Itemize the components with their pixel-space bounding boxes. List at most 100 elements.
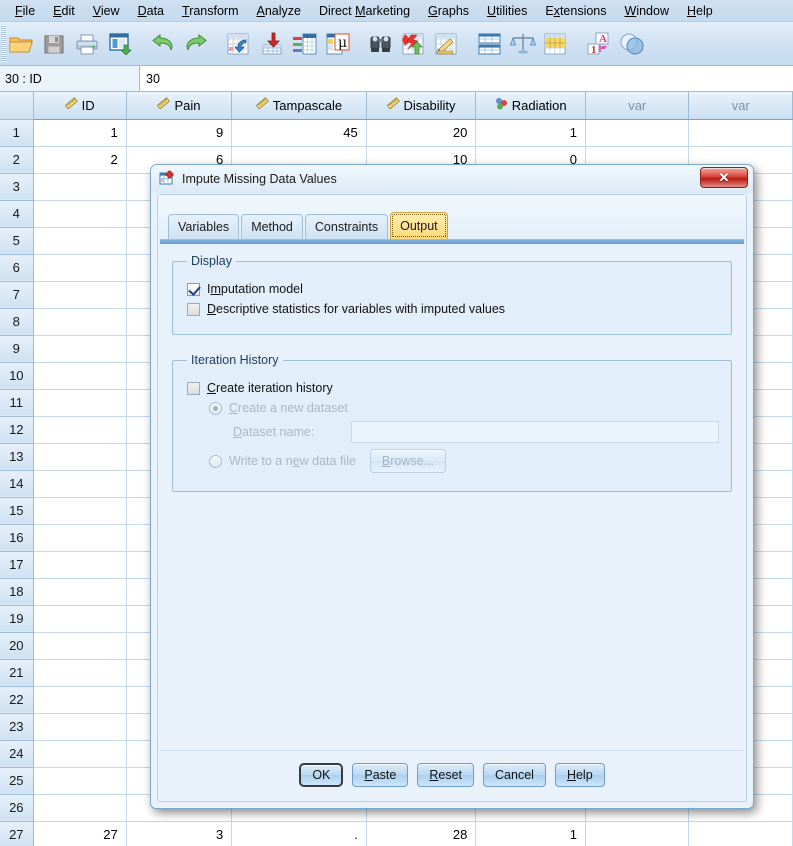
table-cell[interactable] xyxy=(33,335,127,363)
recall-dialogs-icon[interactable] xyxy=(103,25,136,63)
close-icon[interactable]: ✕ xyxy=(700,167,748,188)
table-cell[interactable] xyxy=(33,632,127,660)
goto-variable-icon[interactable] xyxy=(255,25,288,63)
table-cell[interactable] xyxy=(33,227,127,255)
weight-cases-icon[interactable] xyxy=(506,25,539,63)
insert-case-icon[interactable] xyxy=(397,25,430,63)
table-cell[interactable] xyxy=(33,254,127,282)
open-file-icon[interactable] xyxy=(4,25,37,63)
table-cell[interactable] xyxy=(33,308,127,336)
paste-button[interactable]: Paste xyxy=(352,763,409,787)
row-header[interactable]: 5 xyxy=(0,227,34,255)
table-cell[interactable] xyxy=(33,470,127,498)
table-cell[interactable]: 1 xyxy=(475,821,587,846)
table-cell[interactable]: 20 xyxy=(366,119,477,147)
column-header-var[interactable]: var xyxy=(585,92,690,120)
menu-item-view[interactable]: View xyxy=(84,2,129,20)
row-header[interactable]: 13 xyxy=(0,443,34,471)
row-header[interactable]: 22 xyxy=(0,686,34,714)
table-cell[interactable]: 1 xyxy=(33,119,127,147)
undo-icon[interactable] xyxy=(146,25,179,63)
print-icon[interactable] xyxy=(70,25,103,63)
table-cell[interactable] xyxy=(33,551,127,579)
row-header[interactable]: 10 xyxy=(0,362,34,390)
row-header[interactable]: 27 xyxy=(0,821,34,846)
variables-icon[interactable] xyxy=(288,25,321,63)
table-cell[interactable] xyxy=(585,119,690,147)
dialog-title-bar[interactable]: Impute Missing Data Values ✕ xyxy=(151,165,753,193)
menu-item-graphs[interactable]: Graphs xyxy=(419,2,478,20)
table-cell[interactable] xyxy=(585,821,690,846)
descriptives-icon[interactable]: μ xyxy=(321,25,354,63)
row-header[interactable]: 23 xyxy=(0,713,34,741)
row-header[interactable]: 15 xyxy=(0,497,34,525)
table-cell[interactable] xyxy=(33,767,127,795)
menu-item-help[interactable]: Help xyxy=(678,2,722,20)
column-header-pain[interactable]: Pain xyxy=(126,92,233,120)
table-cell[interactable] xyxy=(33,605,127,633)
row-header[interactable]: 17 xyxy=(0,551,34,579)
table-cell[interactable] xyxy=(33,497,127,525)
checkbox-create-iteration-history-label[interactable]: Create iteration history xyxy=(207,381,333,395)
row-header[interactable]: 2 xyxy=(0,146,34,174)
row-header[interactable]: 7 xyxy=(0,281,34,309)
row-header[interactable]: 6 xyxy=(0,254,34,282)
menu-item-transform[interactable]: Transform xyxy=(173,2,248,20)
help-button[interactable]: Help xyxy=(554,763,605,787)
column-header-tampascale[interactable]: Tampascale xyxy=(231,92,367,120)
column-header-radiation[interactable]: Radiation xyxy=(475,92,587,120)
cell-value-input[interactable]: 30 xyxy=(140,66,793,91)
table-cell[interactable]: 3 xyxy=(126,821,233,846)
table-cell[interactable]: 1 xyxy=(475,119,587,147)
table-cell[interactable] xyxy=(33,416,127,444)
checkbox-create-iteration-history[interactable] xyxy=(187,381,200,395)
split-file-icon[interactable] xyxy=(473,25,506,63)
menu-item-analyze[interactable]: Analyze xyxy=(248,2,310,20)
table-cell[interactable] xyxy=(33,389,127,417)
menu-item-data[interactable]: Data xyxy=(129,2,173,20)
table-cell[interactable] xyxy=(688,119,793,147)
checkbox-descriptive-statistics-label[interactable]: Descriptive statistics for variables wit… xyxy=(207,302,505,316)
table-cell[interactable] xyxy=(33,794,127,822)
row-header[interactable]: 25 xyxy=(0,767,34,795)
find-icon[interactable] xyxy=(364,25,397,63)
reset-button[interactable]: Reset xyxy=(417,763,475,787)
table-cell[interactable] xyxy=(33,524,127,552)
row-header[interactable]: 19 xyxy=(0,605,34,633)
table-row[interactable]: 27 27 3. 28 1 xyxy=(0,821,793,846)
select-cases-icon[interactable] xyxy=(539,25,572,63)
menu-item-extensions[interactable]: Extensions xyxy=(536,2,615,20)
value-labels-icon[interactable]: A 1 xyxy=(582,25,615,63)
row-header[interactable]: 14 xyxy=(0,470,34,498)
table-cell[interactable]: 27 xyxy=(33,821,127,846)
checkbox-create-iteration-history-row[interactable]: Create iteration history xyxy=(187,381,719,395)
tab-variables[interactable]: Variables xyxy=(168,214,240,239)
column-header-var[interactable]: var xyxy=(688,92,793,120)
table-cell[interactable] xyxy=(33,443,127,471)
row-header[interactable]: 20 xyxy=(0,632,34,660)
row-header[interactable]: 1 xyxy=(0,119,34,147)
row-header[interactable]: 11 xyxy=(0,389,34,417)
table-cell[interactable] xyxy=(33,713,127,741)
menu-item-direct-marketing[interactable]: Direct Marketing xyxy=(310,2,419,20)
save-icon[interactable] xyxy=(37,25,70,63)
table-row[interactable]: 1 1 9 45 20 1 xyxy=(0,119,793,147)
tab-method[interactable]: Method xyxy=(241,214,303,239)
table-cell[interactable]: 28 xyxy=(366,821,477,846)
column-header-id[interactable]: ID xyxy=(33,92,127,120)
checkbox-imputation-model-label[interactable]: Imputation model xyxy=(207,282,303,296)
table-cell[interactable] xyxy=(33,686,127,714)
row-header[interactable]: 3 xyxy=(0,173,34,201)
checkbox-descriptive-statistics-row[interactable]: Descriptive statistics for variables wit… xyxy=(187,302,719,316)
menu-item-window[interactable]: Window xyxy=(616,2,678,20)
table-cell[interactable]: 9 xyxy=(126,119,233,147)
row-header[interactable]: 16 xyxy=(0,524,34,552)
table-cell[interactable] xyxy=(33,173,127,201)
row-header[interactable]: 8 xyxy=(0,308,34,336)
row-header[interactable]: 9 xyxy=(0,335,34,363)
insert-variable-icon[interactable] xyxy=(430,25,463,63)
row-header[interactable]: 12 xyxy=(0,416,34,444)
goto-case-icon[interactable] xyxy=(222,25,255,63)
redo-icon[interactable] xyxy=(179,25,212,63)
table-cell[interactable] xyxy=(33,578,127,606)
